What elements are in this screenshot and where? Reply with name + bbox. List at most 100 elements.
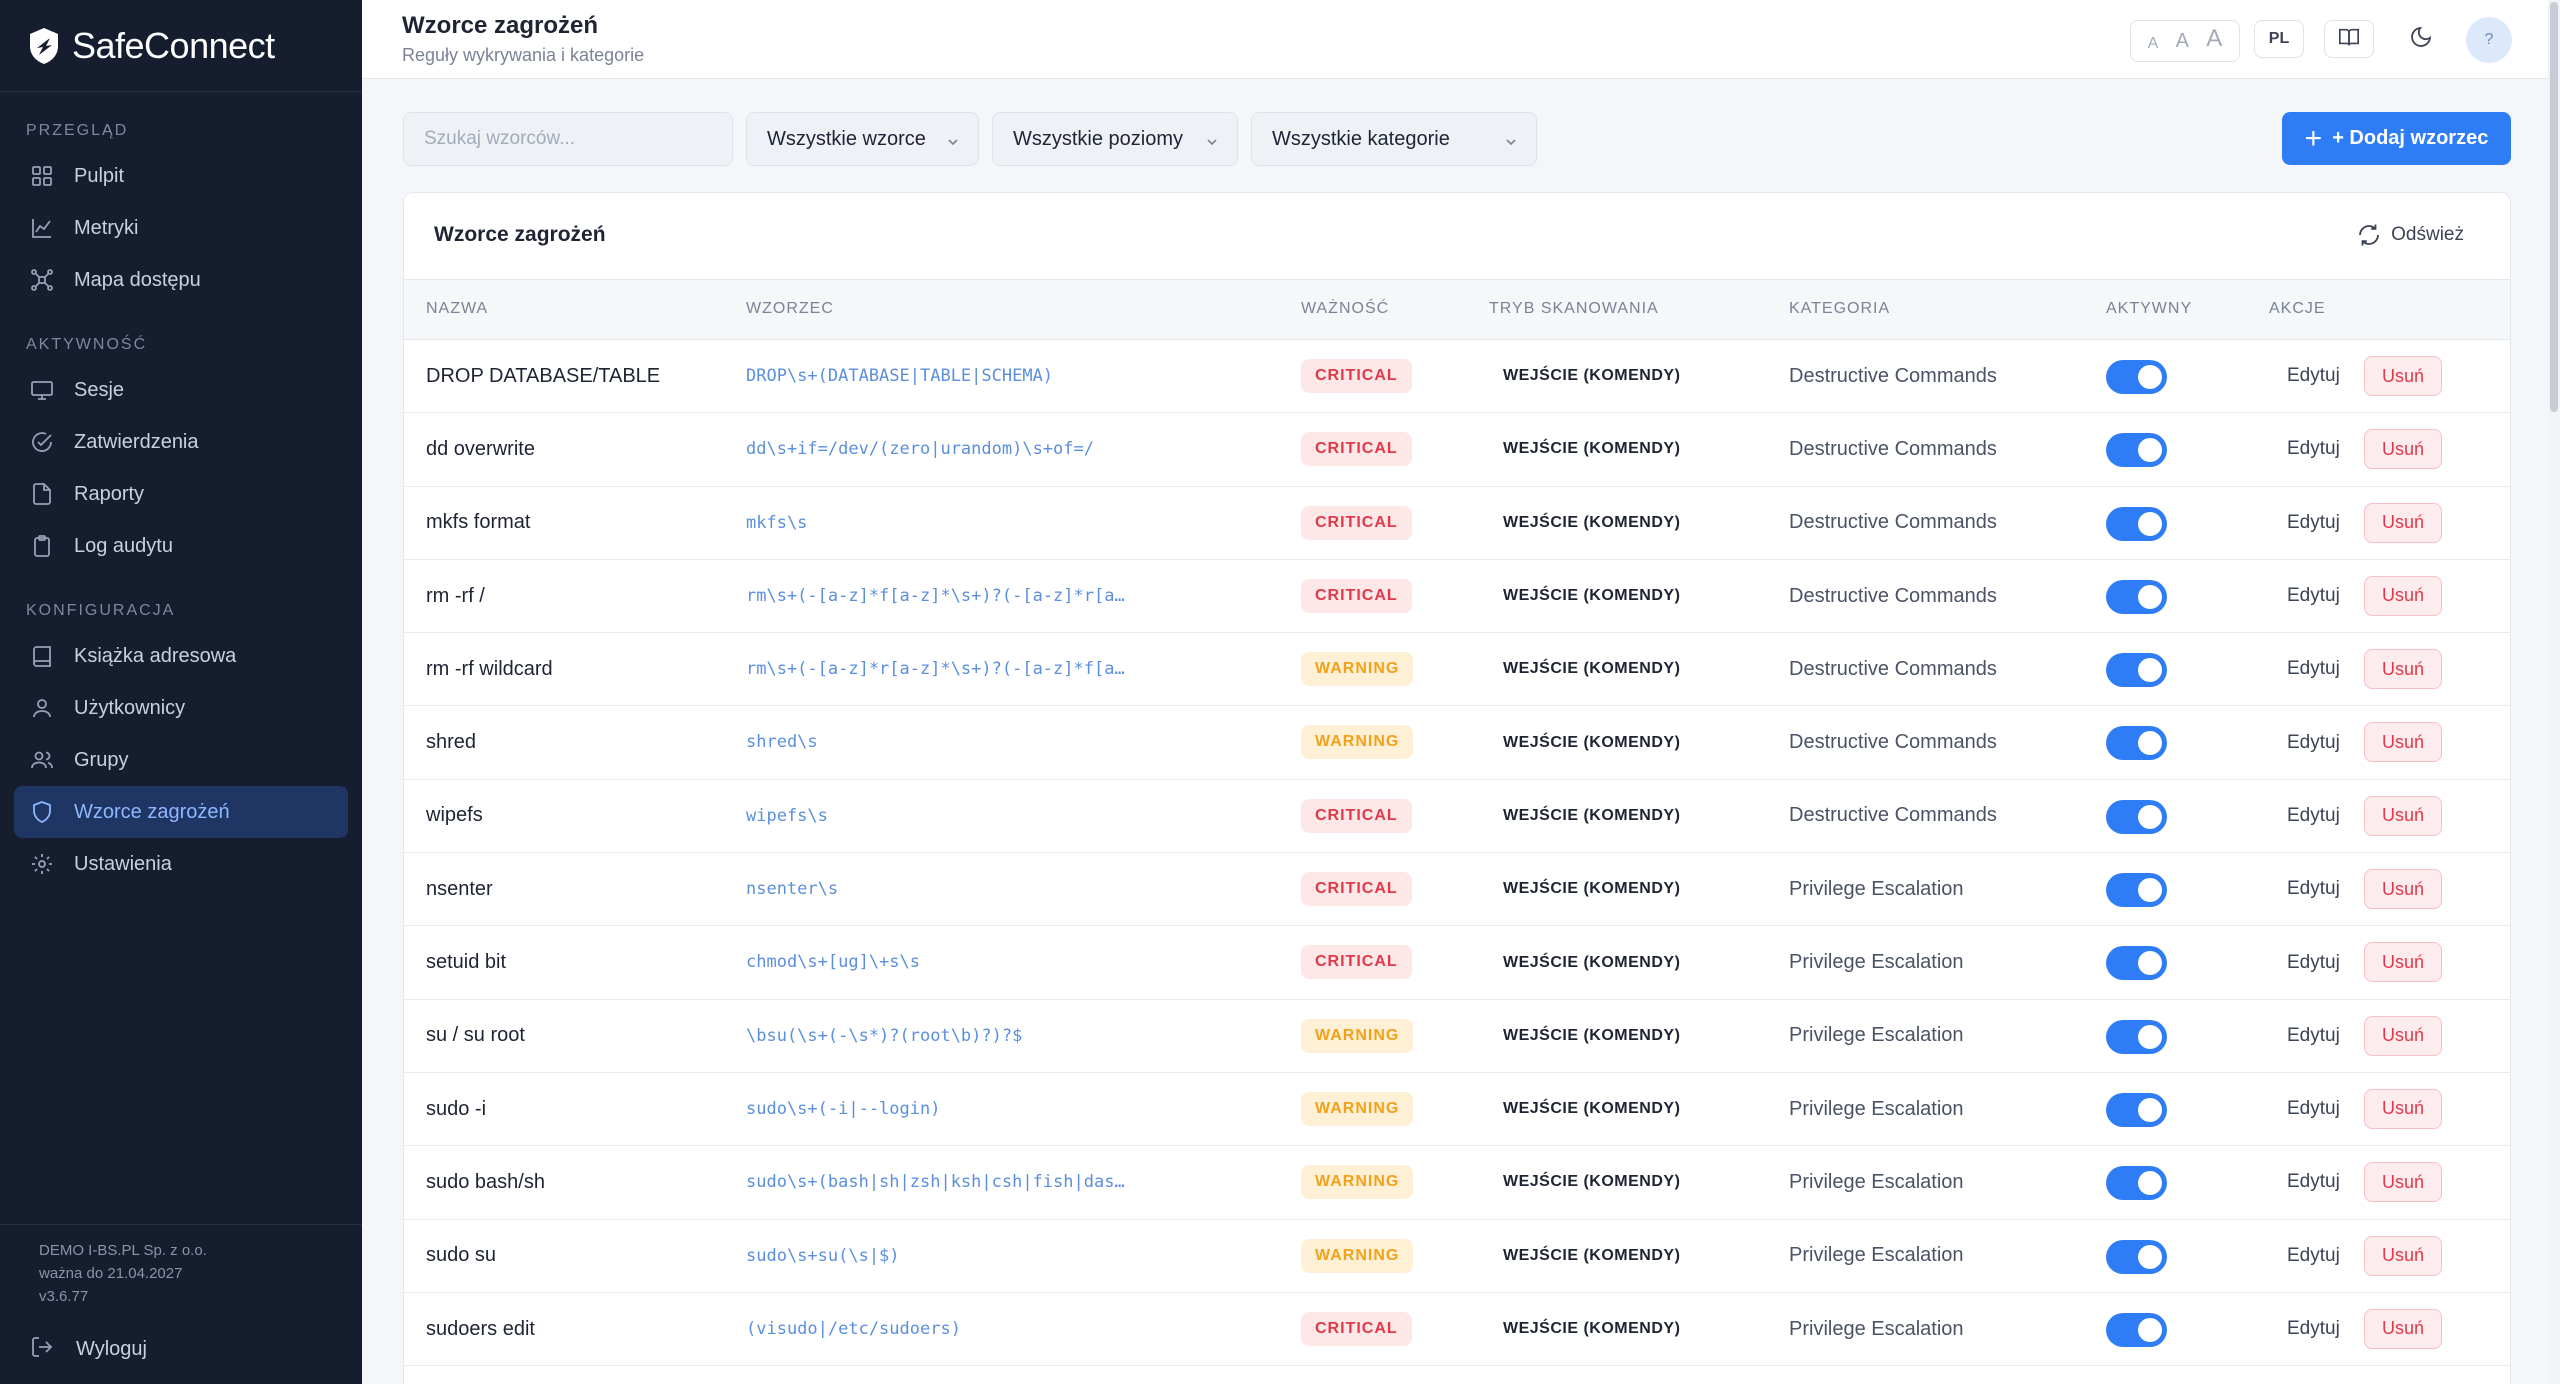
edit-button[interactable]: Edytuj (2287, 706, 2340, 778)
docs-button[interactable] (2324, 20, 2374, 58)
edit-button[interactable]: Edytuj (2287, 1073, 2340, 1145)
edit-button[interactable]: Edytuj (2287, 1000, 2340, 1072)
theme-toggle-button[interactable] (2398, 20, 2444, 58)
table-row: shred shred\s WARNING WEJŚCIE (KOMENDY) Dest… (404, 706, 2510, 780)
sidebar-item-wzorce-zagrozen[interactable]: Wzorce zagrożeń (14, 786, 348, 838)
font-size-medium-button[interactable]: A (2176, 30, 2189, 53)
sidebar: SafeConnect PRZEGLĄD Pulpit Metryki Mapa… (0, 0, 362, 1384)
book-open-icon (2338, 26, 2360, 53)
logo-icon (30, 27, 58, 64)
filter-patterns-select[interactable]: Wszystkie wzorce (746, 112, 979, 166)
add-pattern-button[interactable]: + + Dodaj wzorzec (2282, 112, 2511, 165)
delete-button[interactable]: Usuń (2364, 1088, 2442, 1129)
pattern-name: setuid bit (426, 951, 507, 974)
pattern-regex: chmod\s+[ug]\+s\s (746, 952, 920, 973)
delete-button[interactable]: Usuń (2364, 1015, 2442, 1056)
sidebar-item-uzytkownicy[interactable]: Użytkownicy (14, 682, 348, 734)
delete-button[interactable]: Usuń (2364, 942, 2442, 983)
severity-badge: CRITICAL (1301, 578, 1412, 613)
active-toggle[interactable] (2106, 579, 2167, 614)
plus-icon: + (2304, 121, 2323, 155)
active-toggle[interactable] (2106, 946, 2167, 981)
active-toggle[interactable] (2106, 726, 2167, 761)
edit-button[interactable]: Edytuj (2287, 1220, 2340, 1292)
sidebar-item-grupy[interactable]: Grupy (14, 734, 348, 786)
font-size-large-button[interactable]: A (2206, 25, 2222, 53)
delete-button[interactable]: Usuń (2364, 429, 2442, 470)
edit-button[interactable]: Edytuj (2287, 780, 2340, 852)
active-toggle[interactable] (2106, 1019, 2167, 1054)
moon-icon (2409, 25, 2433, 54)
column-header-category[interactable]: KATEGORIA (1789, 300, 1890, 318)
edit-button[interactable]: Edytuj (2287, 633, 2340, 705)
help-button[interactable]: ? (2466, 17, 2512, 63)
brand[interactable]: SafeConnect (0, 0, 362, 92)
severity-badge: CRITICAL (1301, 1311, 1412, 1346)
active-toggle[interactable] (2106, 653, 2167, 688)
language-button[interactable]: PL (2254, 20, 2304, 58)
pattern-name: mkfs format (426, 511, 531, 534)
nav-section-title: AKTYWNOŚĆ (26, 336, 148, 353)
logout-button[interactable]: Wyloguj (0, 1314, 362, 1384)
active-toggle[interactable] (2106, 799, 2167, 834)
edit-button[interactable]: Edytuj (2287, 1146, 2340, 1218)
edit-button[interactable]: Edytuj (2287, 487, 2340, 559)
sidebar-item-mapa-dostepu[interactable]: Mapa dostępu (14, 254, 348, 306)
sidebar-item-label: Log audytu (74, 534, 173, 557)
sidebar-item-metryki[interactable]: Metryki (14, 202, 348, 254)
users-icon (28, 746, 56, 774)
active-toggle[interactable] (2106, 1092, 2167, 1127)
active-toggle[interactable] (2106, 506, 2167, 541)
filter-levels-value: Wszystkie poziomy (1013, 127, 1184, 150)
sidebar-item-label: Mapa dostępu (74, 268, 201, 291)
column-header-active[interactable]: AKTYWNY (2106, 300, 2192, 318)
delete-button[interactable]: Usuń (2364, 1308, 2442, 1349)
refresh-button[interactable]: Odśwież (2357, 223, 2464, 247)
severity-badge: CRITICAL (1301, 505, 1412, 540)
sidebar-item-zatwierdzenia[interactable]: Zatwierdzenia (14, 416, 348, 468)
delete-button[interactable]: Usuń (2364, 795, 2442, 836)
delete-button[interactable]: Usuń (2364, 649, 2442, 690)
delete-button[interactable]: Usuń (2364, 1235, 2442, 1276)
active-toggle[interactable] (2106, 433, 2167, 468)
severity-badge: CRITICAL (1301, 945, 1412, 980)
delete-button[interactable]: Usuń (2364, 575, 2442, 616)
sidebar-item-ustawienia[interactable]: Ustawienia (14, 838, 348, 890)
sidebar-item-sesje[interactable]: Sesje (14, 364, 348, 416)
edit-button[interactable]: Edytuj (2287, 1293, 2340, 1365)
delete-button[interactable]: Usuń (2364, 356, 2442, 396)
active-toggle[interactable] (2106, 360, 2167, 394)
sidebar-item-label: Metryki (74, 216, 139, 239)
sidebar-item-log-audytu[interactable]: Log audytu (14, 520, 348, 572)
license-info: DEMO I-BS.PL Sp. z o.o. ważna do 21.04.2… (0, 1239, 362, 1308)
edit-button[interactable]: Edytuj (2287, 926, 2340, 998)
scrollbar-thumb[interactable] (2550, 2, 2558, 412)
delete-button[interactable]: Usuń (2364, 722, 2442, 763)
delete-button[interactable]: Usuń (2364, 502, 2442, 543)
column-header-scan-mode[interactable]: TRYB SKANOWANIA (1489, 300, 1659, 318)
active-toggle[interactable] (2106, 873, 2167, 908)
edit-button[interactable]: Edytuj (2287, 853, 2340, 925)
sidebar-item-ksiazka-adresowa[interactable]: Książka adresowa (14, 630, 348, 682)
active-toggle[interactable] (2106, 1166, 2167, 1201)
filter-patterns-value: Wszystkie wzorce (767, 127, 926, 150)
edit-button[interactable]: Edytuj (2287, 413, 2340, 485)
column-header-severity[interactable]: WAŻNOŚĆ (1301, 300, 1389, 318)
filter-categories-select[interactable]: Wszystkie kategorie (1251, 112, 1537, 166)
sidebar-item-raporty[interactable]: Raporty (14, 468, 348, 520)
edit-button[interactable]: Edytuj (2287, 340, 2340, 412)
font-size-small-button[interactable]: A (2148, 35, 2159, 53)
column-header-pattern[interactable]: WZORZEC (746, 300, 834, 318)
sidebar-item-pulpit[interactable]: Pulpit (14, 150, 348, 202)
refresh-icon (2359, 224, 2380, 246)
search-input[interactable] (403, 112, 733, 166)
filter-levels-select[interactable]: Wszystkie poziomy (992, 112, 1238, 166)
severity-badge: WARNING (1301, 652, 1414, 687)
active-toggle[interactable] (2106, 1239, 2167, 1274)
page-subtitle: Reguły wykrywania i kategorie (402, 45, 645, 65)
column-header-name[interactable]: NAZWA (426, 300, 488, 318)
active-toggle[interactable] (2106, 1312, 2167, 1347)
delete-button[interactable]: Usuń (2364, 1162, 2442, 1203)
delete-button[interactable]: Usuń (2364, 869, 2442, 910)
edit-button[interactable]: Edytuj (2287, 560, 2340, 632)
